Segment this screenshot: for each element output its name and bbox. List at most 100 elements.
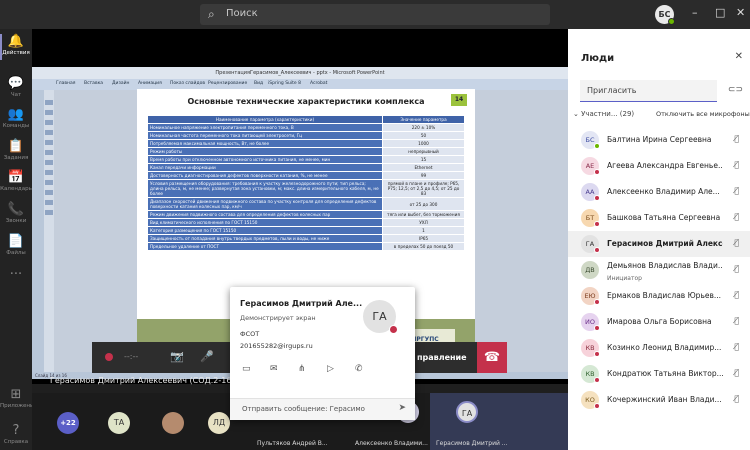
participant-photo xyxy=(162,412,184,434)
rail-assignments[interactable]: 📋 Задания xyxy=(0,139,32,161)
close-icon[interactable]: ✕ xyxy=(735,51,743,62)
close-window-button[interactable]: ✕ xyxy=(736,6,745,19)
mic-off-icon[interactable]: 🎙̸ xyxy=(734,394,739,403)
spec-param: Защищенность от попадания внутрь твердых… xyxy=(147,234,383,243)
ppt-tab: Acrobat xyxy=(310,81,328,86)
org-chart-icon[interactable]: ⋔ xyxy=(298,364,306,374)
ppt-tab: Показ слайдов xyxy=(170,81,205,86)
ppt-tab: Главная xyxy=(56,81,76,86)
minimize-button[interactable]: – xyxy=(692,6,698,19)
busy-status-icon xyxy=(594,195,600,201)
participant-row[interactable]: АЕ Агеева Александра Евгенье... 🎙̸ xyxy=(568,153,750,179)
rail-label: Справка xyxy=(3,439,29,445)
ppt-tab: iSpring Suite 8 xyxy=(268,81,301,86)
more-participants-button[interactable]: +22 xyxy=(57,412,79,434)
chat-icon[interactable]: ▭ xyxy=(242,364,251,374)
mic-off-icon[interactable]: 🎙̸ xyxy=(734,186,739,195)
mic-off-icon[interactable]: 🎙̸ xyxy=(734,342,739,351)
rail-teams[interactable]: 👥 Команды xyxy=(0,107,32,129)
spec-value: 1000 xyxy=(382,139,465,148)
mic-off-icon[interactable]: 🎙̸ xyxy=(734,290,739,299)
mic-off-icon[interactable]: 🎙̸ xyxy=(734,238,739,247)
card-initials: ГА xyxy=(372,310,387,323)
rail-more[interactable]: ··· xyxy=(0,267,32,282)
section-count: (29) xyxy=(619,110,635,118)
rail-chat[interactable]: 💬 Чат xyxy=(0,76,32,98)
rail-files[interactable]: 📄 Файлы xyxy=(0,234,32,256)
participant-role: Инициатор xyxy=(607,275,642,282)
rail-label: Календарь xyxy=(0,186,32,192)
rail-help[interactable]: ? Справка xyxy=(0,423,32,445)
call-icon[interactable]: ✆ xyxy=(355,364,363,374)
participant-name: Имарова Ольга Борисовна xyxy=(607,317,712,326)
participant-row[interactable]: АА Алексеенко Владимир Але... 🎙̸ xyxy=(568,179,750,205)
rail-label: Приложения xyxy=(0,403,37,409)
card-email[interactable]: 201655282@irgups.ru xyxy=(240,342,313,350)
mic-off-button[interactable]: 🎤 xyxy=(200,350,214,363)
slide-title: Основные технические характеристики комп… xyxy=(187,97,425,106)
participant-row[interactable]: БТ Башкова Татьяна Сергеевна 🎙̸ xyxy=(568,205,750,231)
participant-name: Демьянов Владислав Влади... xyxy=(607,261,723,270)
participant-tile-active[interactable]: ГА Герасимов Дмитрий ... xyxy=(430,393,568,450)
files-icon: 📄 xyxy=(7,234,25,249)
busy-status-icon xyxy=(594,403,600,409)
mic-off-icon[interactable]: 🎙̸ xyxy=(734,160,739,169)
video-call-icon[interactable]: ▷ xyxy=(327,364,334,374)
spec-param: Канал передачи информации xyxy=(147,163,383,172)
send-icon[interactable]: ➤ xyxy=(398,403,406,413)
rail-calendar[interactable]: 📅 Календарь xyxy=(0,170,32,192)
busy-status-icon xyxy=(594,351,600,357)
rail-label: Звонки xyxy=(5,218,27,224)
participant-name: Башкова Татьяна Сергеевна xyxy=(607,213,721,222)
participant-row[interactable]: ЕЮ Ермаков Владислав Юрьев... 🎙̸ xyxy=(568,283,750,309)
participant-row[interactable]: КВ Кондратюк Татьяна Виктор... 🎙̸ xyxy=(568,361,750,387)
mic-off-icon[interactable]: 🎙̸ xyxy=(734,134,739,143)
spec-value: УХЛ xyxy=(382,218,465,227)
slide-thumb xyxy=(45,140,53,145)
participant-row[interactable]: КВ Козинко Леонид Владимир... 🎙̸ xyxy=(568,335,750,361)
specs-table: Наименование параметра (характеристики) … xyxy=(147,115,465,251)
rail-apps[interactable]: ⊞ Приложения xyxy=(0,387,37,409)
ppt-tab: Дизайн xyxy=(112,81,130,86)
mail-icon[interactable]: ✉ xyxy=(270,364,278,374)
spec-param: Предельное удаление от ПОСТ xyxy=(147,242,383,251)
rail-calls[interactable]: 📞 Звонки xyxy=(0,202,32,224)
spec-row: Канал передачи информации Ethernet xyxy=(147,163,465,172)
maximize-button[interactable]: □ xyxy=(715,6,725,19)
slide-thumb xyxy=(45,190,53,195)
camera-off-button[interactable]: 📷̸ xyxy=(170,350,184,363)
mic-off-icon[interactable]: 🎙̸ xyxy=(734,264,739,273)
mic-off-icon[interactable]: 🎙̸ xyxy=(734,316,739,325)
available-status-icon xyxy=(594,143,600,149)
user-avatar[interactable]: БС xyxy=(655,5,675,25)
participant-tile[interactable] xyxy=(150,393,200,450)
spec-value: Ethernet xyxy=(382,163,465,172)
participants-section-header[interactable]: ⌄ Участни... (29) Отключить все микрофон… xyxy=(573,110,750,118)
rail-activity[interactable]: 🔔 Действия xyxy=(0,34,32,60)
search-input[interactable]: ⌕ Поиск xyxy=(200,4,550,25)
spec-row: Номинальное напряжение электропитания пе… xyxy=(147,123,465,132)
spec-param: Потребляемая максимальная мощность, Вт, … xyxy=(147,139,383,148)
invite-input[interactable]: Пригласить xyxy=(580,80,717,102)
spec-row: Условия размещения оборудования: требова… xyxy=(147,179,465,198)
hang-up-button[interactable]: ☎ xyxy=(477,342,507,373)
spec-value: 220 ± 10% xyxy=(382,123,465,132)
participant-row[interactable]: БС Балтина Ирина Сергеевна 🎙̸ xyxy=(568,127,750,153)
card-message-input[interactable]: Отправить сообщение: Герасимо ➤ xyxy=(230,398,415,420)
participant-tile[interactable]: ТА xyxy=(90,393,150,450)
participant-row[interactable]: ДВ Демьянов Владислав Влади... Инициатор 🎙̸ xyxy=(568,257,750,283)
mute-all-button[interactable]: Отключить все микрофоны xyxy=(656,110,750,118)
spec-value: 50 xyxy=(382,131,465,140)
participant-row[interactable]: ИО Имарова Ольга Борисовна 🎙̸ xyxy=(568,309,750,335)
spec-row: Режим движения подвижного состава для оп… xyxy=(147,210,465,219)
spec-row: Режим работы непрерывный xyxy=(147,147,465,156)
participant-row[interactable]: КО Кочержинский Иван Влади... 🎙̸ xyxy=(568,387,750,413)
recording-icon xyxy=(105,353,113,361)
mic-off-icon[interactable]: 🎙̸ xyxy=(734,212,739,221)
participant-row[interactable]: ГАГерасимов Дмитрий Алексеев...🎙̸ xyxy=(568,231,750,257)
participant-name: Алексеенко Владимир Але... xyxy=(607,187,720,196)
share-invite-icon[interactable]: ⊂⊃ xyxy=(728,85,743,95)
slide-thumb xyxy=(45,160,53,165)
spec-param: Время работы при отключенном автономного… xyxy=(147,155,383,164)
mic-off-icon[interactable]: 🎙̸ xyxy=(734,368,739,377)
